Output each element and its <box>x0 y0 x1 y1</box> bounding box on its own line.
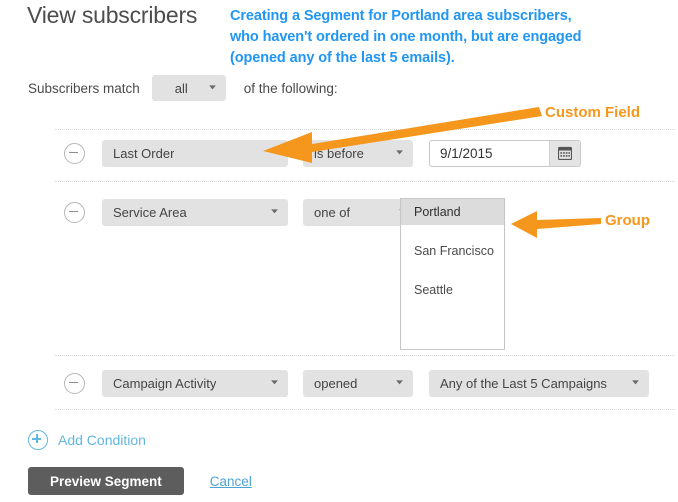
subscribers-match-label: Subscribers match <box>28 80 140 96</box>
match-type-select[interactable]: all ▾ <box>151 75 226 101</box>
campaign-activity-value-select[interactable]: Any of the Last 5 Campaigns ▾ <box>429 369 649 397</box>
last-order-date-input[interactable]: 9/1/2015 <box>429 139 581 167</box>
service-area-field-value: Service Area <box>113 204 187 220</box>
last-order-operator-value: is before <box>314 145 364 161</box>
view-subscribers-page: View subscribers Creating a Segment for … <box>0 0 678 502</box>
condition-row-last-order: Last Order is before ▾ 9/1/2015 <box>0 138 581 168</box>
listbox-option-portland[interactable]: Portland <box>401 199 504 225</box>
chevron-down-icon: ▾ <box>271 207 278 216</box>
subscribers-match-row: Subscribers match all ▾ of the following… <box>28 75 338 101</box>
chevron-down-icon: ▾ <box>271 378 278 387</box>
annotation-description-line-2: who haven't ordered in one month, but ar… <box>230 29 582 45</box>
service-area-operator-value: one of <box>314 204 351 220</box>
service-area-field-select[interactable]: Service Area ▾ <box>102 198 288 226</box>
annotation-description-line-1: Creating a Segment for Portland area sub… <box>230 8 572 24</box>
add-condition-label: Add Condition <box>58 432 146 448</box>
divider-2 <box>55 355 675 356</box>
condition-row-campaign-activity: Campaign Activity ▾ opened ▾ Any of the … <box>0 368 649 398</box>
divider-3 <box>55 409 675 410</box>
calendar-picker-button[interactable] <box>549 140 580 166</box>
plus-circle-icon <box>28 430 48 450</box>
chevron-down-icon: ▾ <box>396 378 403 387</box>
cancel-link[interactable]: Cancel <box>210 474 252 489</box>
callout-label-custom-field: Custom Field <box>545 104 641 121</box>
callout-label-group: Group <box>605 212 650 229</box>
campaign-activity-operator-value: opened <box>314 375 358 391</box>
minus-circle-icon[interactable] <box>64 372 85 394</box>
listbox-option-san-francisco[interactable]: San Francisco <box>401 238 504 264</box>
last-order-field-value: Last Order <box>113 145 175 161</box>
minus-circle-icon[interactable] <box>64 201 85 223</box>
chevron-down-icon: ▾ <box>632 378 639 387</box>
campaign-activity-operator-select[interactable]: opened ▾ <box>303 369 413 397</box>
last-order-field-select[interactable]: Last Order <box>102 139 288 167</box>
callout-arrow-group <box>511 211 601 238</box>
calendar-icon <box>558 146 572 160</box>
form-footer: Preview Segment Cancel <box>28 467 252 495</box>
listbox-option-seattle[interactable]: Seattle <box>401 277 504 303</box>
divider-top <box>55 129 675 130</box>
chevron-down-icon: ▾ <box>396 148 403 157</box>
minus-circle-icon[interactable] <box>64 142 85 164</box>
subscribers-match-suffix: of the following: <box>243 80 338 96</box>
add-condition-button[interactable]: Add Condition <box>28 430 146 450</box>
last-order-operator-select[interactable]: is before ▾ <box>303 139 413 167</box>
divider-1 <box>55 181 675 182</box>
page-title: View subscribers <box>27 2 198 28</box>
service-area-listbox[interactable]: Portland San Francisco Seattle <box>400 198 505 350</box>
last-order-date-value: 9/1/2015 <box>440 145 493 161</box>
preview-segment-button[interactable]: Preview Segment <box>28 467 184 495</box>
annotation-description: Creating a Segment for Portland area sub… <box>230 6 678 69</box>
match-type-value: all <box>174 80 188 96</box>
campaign-activity-value: Any of the Last 5 Campaigns <box>440 375 607 391</box>
campaign-activity-field-select[interactable]: Campaign Activity ▾ <box>102 369 288 397</box>
chevron-down-icon: ▾ <box>208 83 216 92</box>
campaign-activity-field-value: Campaign Activity <box>113 375 217 391</box>
annotation-description-line-3: (opened any of the last 5 emails). <box>230 50 455 66</box>
condition-row-service-area: Service Area ▾ one of ▾ <box>0 197 416 227</box>
